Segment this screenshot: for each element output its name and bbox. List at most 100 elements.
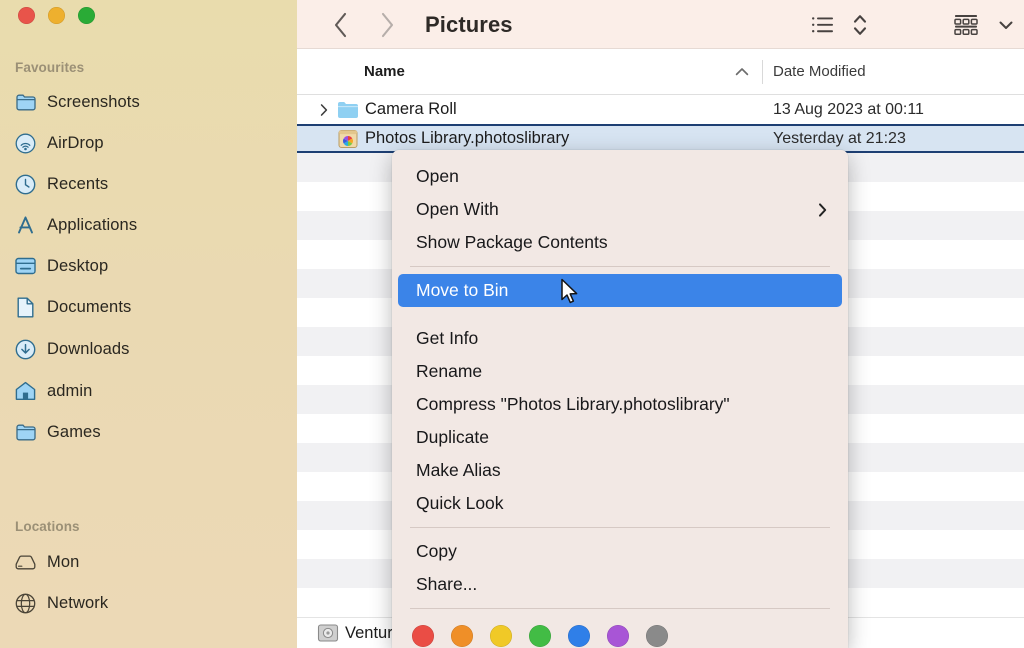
sidebar-item-desktop[interactable]: Desktop bbox=[11, 252, 281, 280]
menu-item-make-alias[interactable]: Make Alias bbox=[398, 454, 842, 487]
back-button[interactable] bbox=[321, 0, 361, 49]
file-name: Ventur bbox=[345, 623, 393, 642]
menu-item-duplicate[interactable]: Duplicate bbox=[398, 421, 842, 454]
column-header-row: Name Date Modified bbox=[297, 49, 1024, 95]
menu-item-label: Move to Bin bbox=[416, 280, 509, 300]
sidebar-item-recents[interactable]: Recents bbox=[11, 170, 281, 198]
tag-orange-button[interactable] bbox=[451, 625, 473, 647]
context-menu[interactable]: Open Open With Show Package Contents Mov… bbox=[392, 150, 848, 648]
tag-color-row bbox=[392, 616, 848, 648]
file-name: Camera Roll bbox=[365, 100, 457, 118]
chevron-up-icon[interactable] bbox=[734, 49, 750, 94]
sidebar-item-label: Downloads bbox=[47, 339, 130, 358]
sidebar-section-favourites-title: Favourites bbox=[15, 60, 85, 75]
menu-separator bbox=[410, 266, 830, 267]
table-row[interactable]: Camera Roll 13 Aug 2023 at 00:11 bbox=[297, 95, 1024, 124]
close-button[interactable] bbox=[18, 7, 35, 24]
forward-button[interactable] bbox=[367, 0, 407, 49]
tag-red-button[interactable] bbox=[412, 625, 434, 647]
menu-item-label: Open bbox=[416, 166, 459, 186]
sidebar-item-network[interactable]: Network bbox=[11, 589, 281, 617]
sidebar-item-label: Network bbox=[47, 593, 109, 612]
menu-item-label: Get Info bbox=[416, 328, 479, 348]
home-icon bbox=[15, 381, 36, 402]
tag-purple-button[interactable] bbox=[607, 625, 629, 647]
sidebar-item-label: Screenshots bbox=[47, 92, 140, 111]
tag-blue-button[interactable] bbox=[568, 625, 590, 647]
globe-icon bbox=[15, 593, 36, 614]
column-divider bbox=[762, 60, 763, 84]
sidebar-item-label: admin bbox=[47, 381, 93, 400]
menu-separator bbox=[410, 608, 830, 609]
sidebar-item-label: AirDrop bbox=[47, 133, 104, 152]
menu-item-label: Share... bbox=[416, 574, 478, 594]
menu-item-share[interactable]: Share... bbox=[398, 568, 842, 601]
sidebar-item-mon[interactable]: Mon bbox=[11, 548, 281, 576]
menu-item-open[interactable]: Open bbox=[398, 160, 842, 193]
menu-item-get-info[interactable]: Get Info bbox=[398, 322, 842, 355]
chevron-right-icon bbox=[817, 202, 828, 218]
sidebar-item-games[interactable]: Games bbox=[11, 418, 281, 446]
disclosure-triangle-icon[interactable] bbox=[319, 103, 329, 117]
table-row-selected[interactable]: Photos Library.photoslibrary Yesterday a… bbox=[297, 124, 1024, 153]
sidebar: Favourites Screenshots AirDrop Recents A… bbox=[0, 0, 297, 648]
clock-icon bbox=[15, 174, 36, 195]
tag-yellow-button[interactable] bbox=[490, 625, 512, 647]
file-date-modified: Yesterday at 21:23 bbox=[773, 129, 906, 147]
menu-item-label: Open With bbox=[416, 199, 499, 219]
menu-item-move-to-bin[interactable]: Move to Bin bbox=[398, 274, 842, 307]
menu-item-label: Quick Look bbox=[416, 493, 504, 513]
sidebar-item-documents[interactable]: Documents bbox=[11, 293, 281, 321]
applications-icon bbox=[15, 215, 36, 236]
file-date-modified: 13 Aug 2023 at 00:11 bbox=[773, 100, 924, 118]
harddisk-icon bbox=[15, 552, 36, 573]
folder-icon bbox=[15, 92, 36, 113]
sidebar-item-screenshots[interactable]: Screenshots bbox=[11, 88, 281, 116]
menu-item-show-package-contents[interactable]: Show Package Contents bbox=[398, 226, 842, 259]
menu-item-rename[interactable]: Rename bbox=[398, 355, 842, 388]
group-grid-icon[interactable] bbox=[944, 0, 988, 49]
sidebar-item-label: Recents bbox=[47, 174, 109, 193]
menu-item-open-with[interactable]: Open With bbox=[398, 193, 842, 226]
sidebar-item-applications[interactable]: Applications bbox=[11, 211, 281, 239]
sidebar-item-label: Games bbox=[47, 422, 101, 441]
finder-window: Favourites Screenshots AirDrop Recents A… bbox=[0, 0, 1024, 648]
menu-item-label: Rename bbox=[416, 361, 483, 381]
desktop-icon bbox=[15, 256, 36, 277]
disk-image-icon bbox=[317, 622, 339, 644]
chevron-down-icon[interactable] bbox=[988, 0, 1024, 49]
minimize-button[interactable] bbox=[48, 7, 65, 24]
menu-item-label: Make Alias bbox=[416, 460, 501, 480]
menu-item-compress[interactable]: Compress "Photos Library.photoslibrary" bbox=[398, 388, 842, 421]
sidebar-item-label: Applications bbox=[47, 215, 138, 234]
sidebar-item-label: Mon bbox=[47, 552, 80, 571]
document-icon bbox=[15, 297, 36, 318]
airdrop-icon bbox=[15, 133, 36, 154]
toolbar: Pictures bbox=[297, 0, 1024, 49]
folder-icon bbox=[337, 99, 359, 121]
tag-green-button[interactable] bbox=[529, 625, 551, 647]
menu-item-label: Compress "Photos Library.photoslibrary" bbox=[416, 394, 730, 414]
menu-item-label: Duplicate bbox=[416, 427, 489, 447]
menu-item-label: Copy bbox=[416, 541, 457, 561]
column-header-date-modified[interactable]: Date Modified bbox=[773, 49, 866, 94]
menu-item-copy[interactable]: Copy bbox=[398, 535, 842, 568]
column-header-name[interactable]: Name bbox=[364, 49, 405, 94]
zoom-button[interactable] bbox=[78, 7, 95, 24]
sidebar-item-airdrop[interactable]: AirDrop bbox=[11, 129, 281, 157]
window-controls bbox=[18, 7, 95, 24]
menu-separator bbox=[410, 527, 830, 528]
toolbar-right-controls bbox=[804, 0, 1024, 49]
sidebar-item-label: Desktop bbox=[47, 256, 109, 275]
download-icon bbox=[15, 339, 36, 360]
menu-item-quick-look[interactable]: Quick Look bbox=[398, 487, 842, 520]
file-name: Photos Library.photoslibrary bbox=[365, 129, 570, 147]
sidebar-item-label: Documents bbox=[47, 297, 132, 316]
sidebar-item-admin[interactable]: admin bbox=[11, 377, 281, 405]
menu-item-label: Show Package Contents bbox=[416, 232, 608, 252]
list-view-icon[interactable] bbox=[804, 0, 842, 49]
sort-updown-icon[interactable] bbox=[842, 0, 878, 49]
photos-library-icon bbox=[337, 128, 359, 150]
tag-gray-button[interactable] bbox=[646, 625, 668, 647]
sidebar-item-downloads[interactable]: Downloads bbox=[11, 335, 281, 363]
